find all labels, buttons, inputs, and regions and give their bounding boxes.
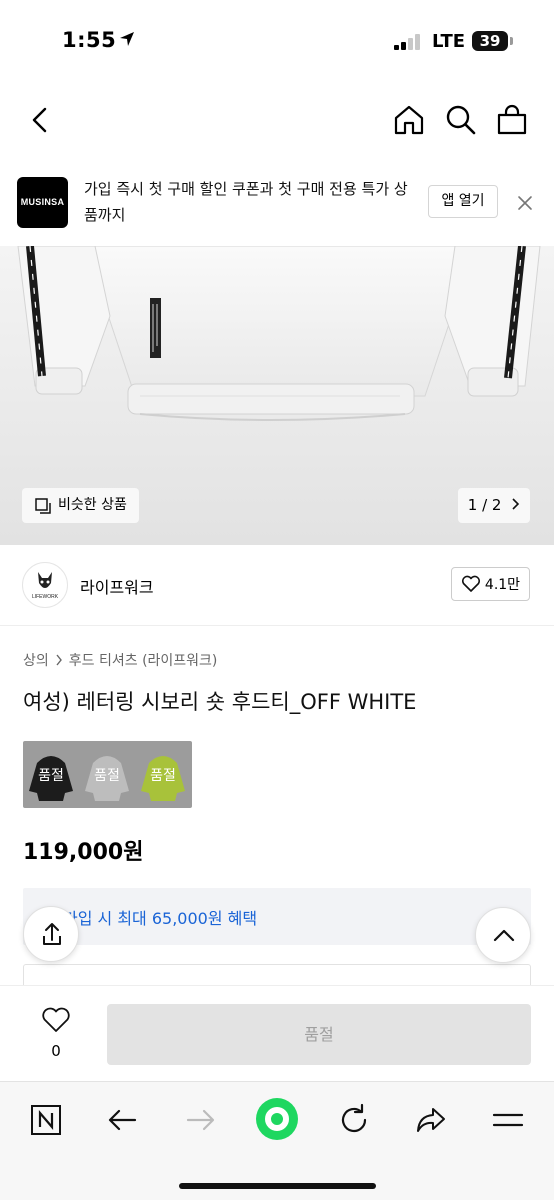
- heart-icon: [461, 575, 480, 592]
- variant-lime[interactable]: 품절: [135, 741, 191, 808]
- refresh-icon[interactable]: [332, 1098, 376, 1142]
- back-arrow-icon[interactable]: [101, 1098, 145, 1142]
- product-title: 여성) 레터링 시보리 숏 후드티_OFF WHITE: [23, 690, 417, 714]
- menu-icon[interactable]: [486, 1098, 530, 1142]
- breadcrumb-category[interactable]: 상의: [23, 650, 49, 670]
- variant-soldout-label: 품절: [38, 768, 64, 784]
- pager-label: 1 / 2: [467, 496, 502, 514]
- brand-logo-icon: LIFEWORK: [32, 572, 59, 600]
- battery-icon: 39: [472, 31, 508, 51]
- scroll-top-button[interactable]: [475, 907, 531, 963]
- close-icon[interactable]: [514, 192, 536, 214]
- musinsa-logo: MUSINSA: [17, 177, 68, 228]
- app-banner: MUSINSA 가입 즉시 첫 구매 할인 쿠폰과 첫 구매 전용 특가 상품까…: [0, 158, 554, 246]
- brand-name[interactable]: 라이프워크: [80, 574, 154, 598]
- battery-tip: [510, 37, 513, 45]
- search-icon[interactable]: [443, 102, 479, 138]
- forward-arrow-icon[interactable]: [178, 1098, 222, 1142]
- similar-products-button[interactable]: 비슷한 상품: [22, 488, 139, 523]
- share-forward-icon[interactable]: [409, 1098, 453, 1142]
- wishlist-count: 0: [51, 1042, 61, 1060]
- signup-benefit-banner[interactable]: 가입 시 최대 65,000원 혜택: [23, 888, 531, 945]
- brand-avatar[interactable]: LIFEWORK: [22, 562, 68, 608]
- copy-icon: [35, 497, 51, 514]
- top-nav: [0, 82, 554, 158]
- home-icon[interactable]: [391, 102, 427, 138]
- brand-like-button[interactable]: 4.1만: [451, 567, 530, 601]
- chevron-right-icon: [512, 498, 520, 510]
- variant-soldout-label: 품절: [94, 768, 120, 784]
- color-variants: 품절 품절 품절: [23, 741, 192, 808]
- signal-icon: [394, 34, 424, 50]
- similar-products-label: 비슷한 상품: [58, 497, 127, 513]
- purchase-bar: 0 품절: [0, 985, 554, 1081]
- share-button[interactable]: [23, 906, 79, 962]
- back-icon[interactable]: [22, 102, 58, 138]
- brand-like-count: 4.1만: [484, 577, 521, 593]
- soldout-button[interactable]: 품절: [107, 1004, 531, 1065]
- breadcrumb: 상의 후드 티셔츠 (라이프워크): [23, 650, 217, 670]
- product-image-carousel[interactable]: 비슷한 상품 1 / 2: [0, 246, 554, 545]
- product-price: 119,000원: [23, 840, 144, 865]
- green-dot-icon[interactable]: [254, 1096, 300, 1142]
- signup-benefit-text: 가입 시 최대 65,000원 혜택: [63, 909, 258, 928]
- chevron-right-icon: [56, 654, 62, 666]
- heart-icon: [42, 1007, 70, 1032]
- naver-icon[interactable]: [24, 1098, 68, 1142]
- location-arrow-icon: [120, 32, 134, 46]
- variant-gray[interactable]: 품절: [79, 741, 135, 808]
- breadcrumb-subcategory[interactable]: 후드 티셔츠 (라이프워크): [69, 650, 218, 670]
- image-pager[interactable]: 1 / 2: [458, 488, 530, 523]
- banner-text: 가입 즉시 첫 구매 할인 쿠폰과 첫 구매 전용 특가 상품까지: [84, 180, 408, 224]
- variant-soldout-label: 품절: [150, 768, 176, 784]
- open-app-button[interactable]: 앱 열기: [428, 185, 498, 218]
- status-bar: 1:55 LTE 39: [0, 0, 554, 82]
- network-label: LTE: [432, 31, 466, 52]
- shopping-bag-icon[interactable]: [494, 102, 530, 138]
- browser-toolbar: [0, 1081, 554, 1200]
- share-icon: [43, 923, 61, 945]
- brand-row: LIFEWORK 라이프워크 4.1만: [0, 546, 554, 626]
- status-time: 1:55: [62, 28, 117, 52]
- home-indicator: [179, 1183, 376, 1189]
- wishlist-button[interactable]: 0: [34, 1006, 78, 1066]
- chevron-up-icon: [493, 929, 515, 942]
- variant-black[interactable]: 품절: [23, 741, 79, 808]
- brand-avatar-text: LIFEWORK: [32, 594, 59, 600]
